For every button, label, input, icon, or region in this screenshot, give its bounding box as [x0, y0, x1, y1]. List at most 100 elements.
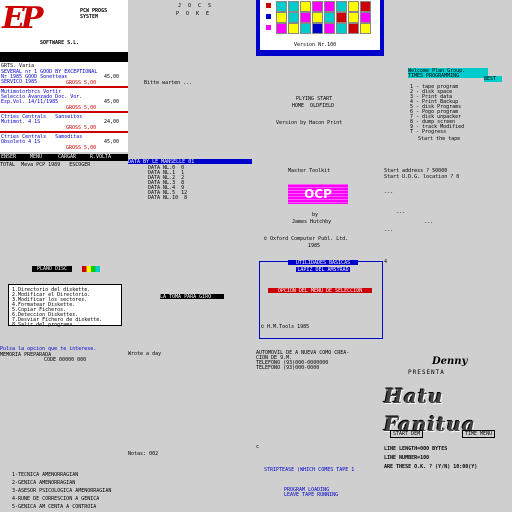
striptease-line: STRIPTEASE (WHICH COMES TAPE 1: [264, 467, 355, 473]
loading-line-2: LEAVE TAPE RUNNING: [284, 492, 339, 498]
wrote-line: Wrote a day: [128, 351, 162, 357]
grid-cell[interactable]: [312, 12, 323, 23]
menu-selection-option[interactable]: OPCION DEL MENU DE SELECCION: [268, 288, 372, 294]
presenta-label: PRESENTA: [408, 369, 445, 376]
poke-header: P O K E: [176, 11, 212, 17]
bottom-menu-item: 1-TECNICA AMENORRAGIAN: [12, 472, 79, 478]
line-number: LINE NUMBER=100: [384, 455, 430, 461]
grid-cell[interactable]: [276, 12, 287, 23]
wait-message: Bitte warten ...: [144, 80, 193, 86]
disk-menu-box: 1.Directorio del diskette. 2.Modificar el…: [8, 284, 122, 328]
time-menu-button[interactable]: TIME MENU: [462, 430, 496, 438]
grid-cell[interactable]: [348, 1, 359, 12]
author-name: James Hutchby: [292, 219, 332, 225]
by-label: by: [312, 212, 319, 218]
copyright-line: © Oxford Computer Publ. Ltd.: [264, 236, 349, 242]
ball-line-2: HOME OLDFIELD: [292, 103, 335, 109]
publisher-line-2: SYSTEM: [80, 14, 99, 20]
notes-label: Notas: 002: [128, 451, 159, 457]
menu-status-line: TOTAL Meva PCP 1989 ESCOGER: [0, 162, 91, 168]
dash-mark: ---: [396, 210, 406, 216]
order-amount: 45,00: [104, 99, 120, 105]
bottom-menu-item: 2-GENICA AMENORRAGIAN: [12, 480, 76, 486]
order-line: Esp.Vol. 14/11/1985: [1, 99, 59, 105]
utilities-footer: © H.M.Tools 1985: [261, 324, 310, 330]
order-sheet: GRTS. Varia SEVERAL nr 1 GOOD BY EXCEPTI…: [0, 62, 128, 152]
utilities-bar-1: UTILIDADES BASICAS: [288, 260, 358, 266]
start-tape-prompt: Start the tape: [418, 136, 461, 142]
order-separator: [0, 86, 128, 88]
black-divider: [0, 52, 128, 62]
tape-banner: LA TOMA PARA GIRO: [160, 294, 224, 300]
line-length: LINE LENGTH=000 BYTES: [384, 446, 448, 452]
grid-cell[interactable]: [336, 23, 347, 34]
order-amount: 45,00: [104, 139, 120, 145]
grid-row-marker: [266, 25, 271, 30]
order-separator: [0, 131, 128, 133]
rainbow-stripe: [82, 266, 100, 272]
copyright-year: 1985: [308, 243, 321, 249]
address-line: TELEFONO (93)000-0000: [256, 365, 320, 371]
menu-item-enser[interactable]: ENSER: [1, 154, 16, 160]
grid-cell[interactable]: [348, 12, 359, 23]
ocp-logo: OCP: [288, 184, 348, 204]
bottom-menu-item: 4-RUNE DE CORRESCION A GENICA: [12, 496, 100, 502]
ball-line-1: PLYING START: [296, 96, 333, 102]
disk-menu-option: 8.Salir del programa.: [12, 322, 76, 328]
grid-cell[interactable]: [300, 1, 311, 12]
grid-cell[interactable]: [336, 12, 347, 23]
menu-bar: ENSER MENU CARGAR R.VOLTA: [0, 154, 128, 161]
publisher-logo: EP: [2, 1, 43, 36]
grid-cell[interactable]: [360, 12, 371, 23]
grid-cell[interactable]: [300, 12, 311, 23]
grid-cell[interactable]: [288, 23, 299, 34]
dash-mark: ---: [384, 228, 394, 234]
denny-logo: Denny: [432, 356, 468, 367]
order-amount: 24,00: [104, 119, 120, 125]
bottom-mark: c: [256, 444, 260, 450]
grid-row-marker: [266, 14, 271, 19]
order-separator: [0, 111, 128, 113]
grid-cell[interactable]: [276, 1, 287, 12]
menu-item-menu[interactable]: MENU: [30, 154, 42, 160]
dash-mark: ---: [384, 190, 394, 196]
start-demo-button[interactable]: START DEM: [390, 430, 424, 438]
order-note: GROSS 5,00: [66, 145, 97, 151]
grid-cell[interactable]: [348, 23, 359, 34]
grid-cell[interactable]: [312, 23, 323, 34]
color-grid[interactable]: [260, 0, 380, 38]
order-amount: 45,00: [104, 74, 120, 80]
menu-header-2: TIMES PROGRAMMING: [408, 73, 488, 79]
grid-cell[interactable]: [300, 23, 311, 34]
grid-cell[interactable]: [276, 23, 287, 34]
grid-cell[interactable]: [312, 1, 323, 12]
utilities-bar-2: LAPIZ DEL AMSTRAD: [296, 267, 350, 273]
toolkit-title: Master Toolkit: [288, 168, 331, 174]
data-list-row: DATA NL.10 8: [148, 195, 188, 201]
grid-cell[interactable]: [360, 1, 371, 12]
grid-cell[interactable]: [336, 1, 347, 12]
utilities-box: UTILIDADES BASICAS LAPIZ DEL AMSTRAD OPC…: [259, 260, 383, 339]
order-line: Mutimot. 4 1S: [1, 119, 41, 125]
grid-cell[interactable]: [288, 1, 299, 12]
menu-item-cargar[interactable]: CARGAR: [58, 154, 76, 160]
grid-cell[interactable]: [324, 12, 335, 23]
company-name: SOFTWARE S.L.: [40, 40, 80, 46]
publisher-header: EP PCW PROGS SYSTEM SOFTWARE S.L.: [0, 0, 128, 52]
bottom-menu-item: 3-ASESOR PSICOLOGICA AMENORRAGIAN: [12, 488, 112, 494]
confirm-prompt: ARE THESE O.K. ? (Y/N) 10:00(Y): [384, 464, 478, 470]
grid-cell[interactable]: [288, 12, 299, 23]
order-line: SERVICO 1985: [1, 79, 38, 85]
grid-cell[interactable]: [324, 1, 335, 12]
bottom-menu-item: 5-GENICA AM CENTA A CONTROIA: [12, 504, 97, 510]
menu-item-volta[interactable]: R.VOLTA: [90, 154, 111, 160]
order-line: Obsoleto 4 1S: [1, 139, 41, 145]
udg-location-line: Start U.D.G. location ? 0: [384, 174, 460, 180]
corner-mark: 4: [384, 259, 388, 265]
disk-menu-title: PLANO DISC: [32, 266, 72, 272]
grid-cell[interactable]: [324, 23, 335, 34]
grid-cell[interactable]: [360, 23, 371, 34]
grid-row-marker: [266, 3, 271, 8]
dash-mark: ---: [424, 220, 434, 226]
grid-panel: Version Nr.100: [260, 0, 380, 50]
